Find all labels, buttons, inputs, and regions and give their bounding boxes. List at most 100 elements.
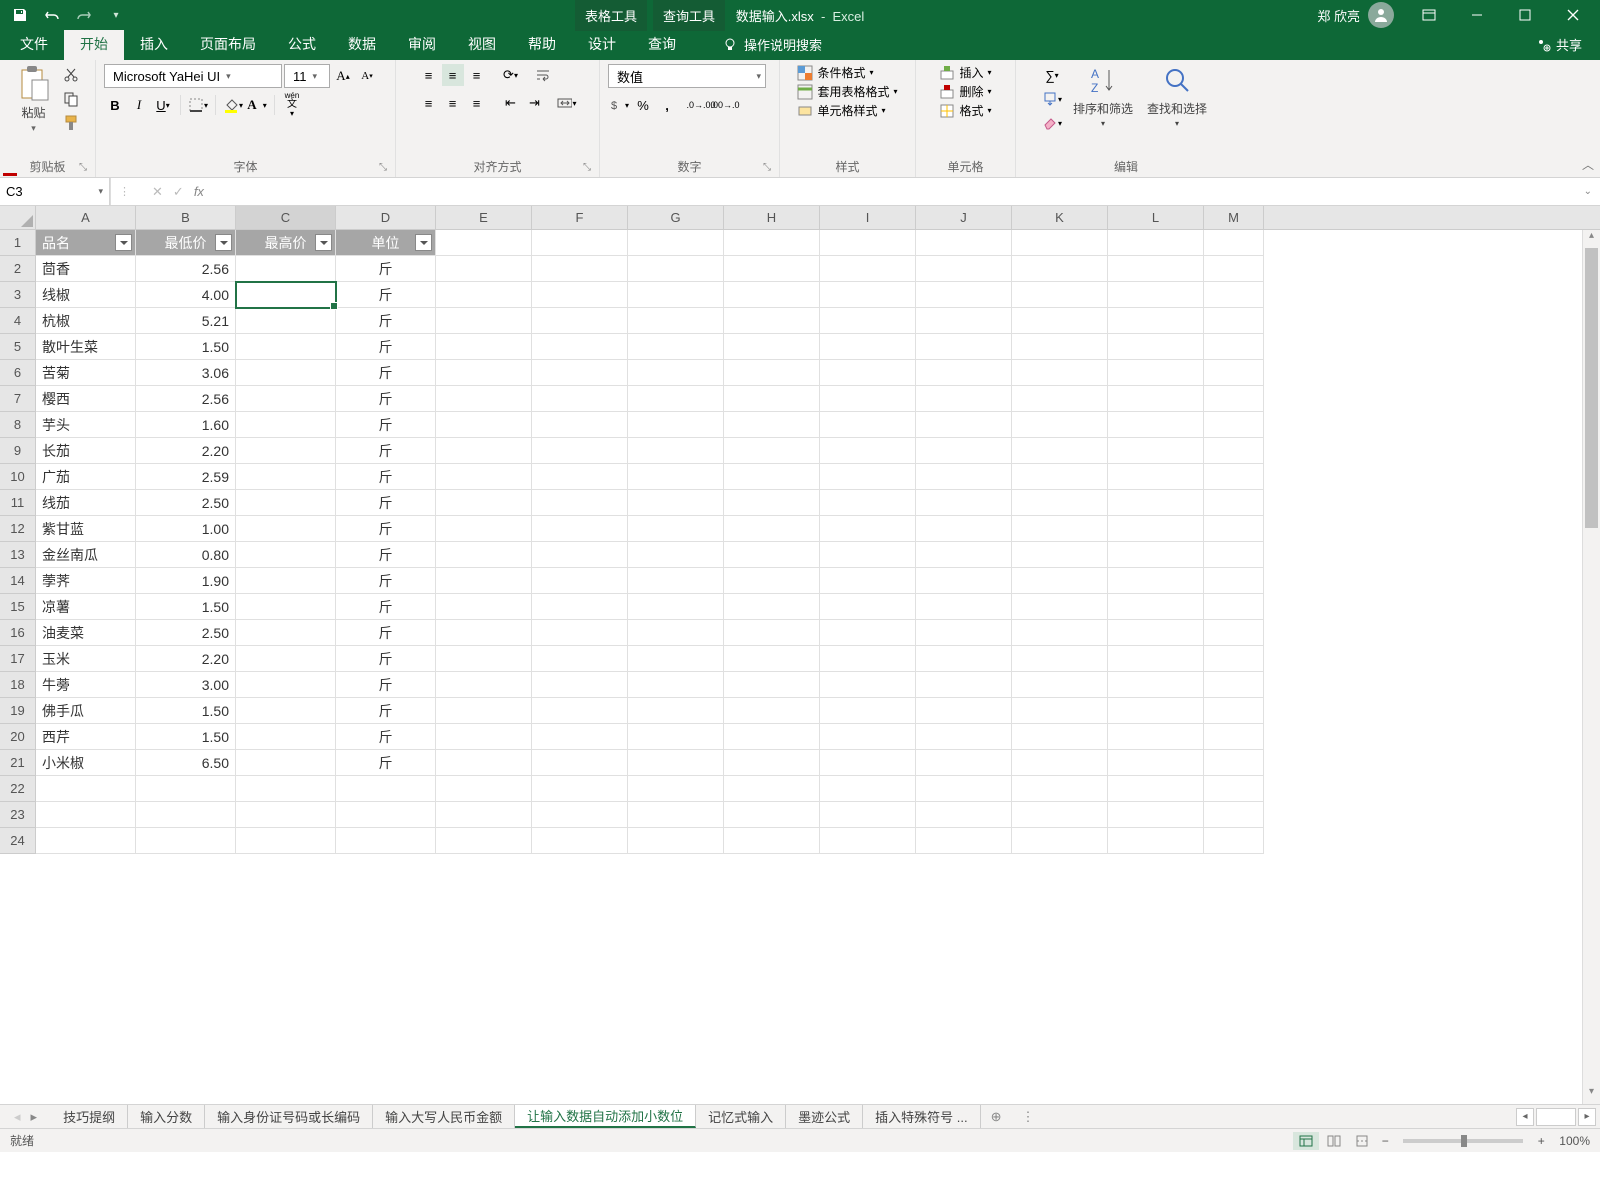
cell[interactable] [136, 776, 236, 802]
dialog-launcher-icon[interactable]: ⤡ [379, 162, 387, 173]
cell[interactable] [628, 750, 724, 776]
cell[interactable] [436, 360, 532, 386]
row-header[interactable]: 22 [0, 776, 36, 802]
align-bottom-button[interactable]: ≡ [466, 64, 488, 86]
row-header[interactable]: 6 [0, 360, 36, 386]
cell[interactable] [1012, 282, 1108, 308]
column-header[interactable]: G [628, 206, 724, 229]
cell[interactable] [1012, 256, 1108, 282]
cell[interactable] [724, 672, 820, 698]
cell[interactable] [820, 724, 916, 750]
cell[interactable] [1204, 256, 1264, 282]
cell[interactable]: 1.60 [136, 412, 236, 438]
cell[interactable] [1204, 490, 1264, 516]
row-header[interactable]: 5 [0, 334, 36, 360]
cell[interactable]: 斤 [336, 672, 436, 698]
cell[interactable] [628, 568, 724, 594]
tab-help[interactable]: 帮助 [512, 28, 572, 60]
cell[interactable] [236, 360, 336, 386]
cell[interactable] [136, 802, 236, 828]
row-header[interactable]: 4 [0, 308, 36, 334]
cell[interactable] [1108, 412, 1204, 438]
cell[interactable] [1204, 230, 1264, 256]
cell[interactable] [532, 724, 628, 750]
cell[interactable] [1108, 256, 1204, 282]
cell[interactable] [1204, 776, 1264, 802]
cell[interactable] [532, 828, 628, 854]
sheet-tab[interactable]: 记忆式输入 [696, 1105, 786, 1128]
cell[interactable] [1108, 620, 1204, 646]
cell[interactable] [1012, 568, 1108, 594]
cell[interactable] [1108, 464, 1204, 490]
cell[interactable] [820, 438, 916, 464]
cell[interactable]: 斤 [336, 620, 436, 646]
cell[interactable] [532, 568, 628, 594]
cell[interactable]: 樱西 [36, 386, 136, 412]
cell[interactable] [1108, 386, 1204, 412]
ribbon-display-icon[interactable] [1406, 0, 1452, 30]
tell-me[interactable]: 操作说明搜索 [712, 29, 832, 60]
cell[interactable] [820, 750, 916, 776]
cell[interactable]: 广茄 [36, 464, 136, 490]
cell[interactable] [1012, 230, 1108, 256]
filter-icon[interactable] [315, 234, 332, 251]
cell[interactable] [1204, 828, 1264, 854]
cell[interactable] [1204, 516, 1264, 542]
cell[interactable] [236, 828, 336, 854]
cell[interactable] [436, 646, 532, 672]
cell[interactable]: 斤 [336, 698, 436, 724]
cell[interactable] [724, 516, 820, 542]
cell[interactable]: 斤 [336, 542, 436, 568]
cell[interactable] [532, 412, 628, 438]
cell[interactable] [820, 776, 916, 802]
cell[interactable]: 斤 [336, 438, 436, 464]
cell[interactable] [1012, 308, 1108, 334]
cell[interactable] [236, 802, 336, 828]
cell[interactable] [236, 334, 336, 360]
cell[interactable] [1012, 386, 1108, 412]
cell[interactable] [236, 646, 336, 672]
cell[interactable] [236, 516, 336, 542]
cell[interactable] [916, 776, 1012, 802]
column-header[interactable]: D [336, 206, 436, 229]
cell[interactable] [628, 542, 724, 568]
cell[interactable] [532, 386, 628, 412]
row-header[interactable]: 17 [0, 646, 36, 672]
namebox-expand-icon[interactable]: ⋮ [111, 185, 138, 198]
cell[interactable]: 1.00 [136, 516, 236, 542]
cell[interactable] [1204, 750, 1264, 776]
cell[interactable] [436, 464, 532, 490]
cell[interactable] [236, 724, 336, 750]
cell[interactable] [1204, 282, 1264, 308]
cell[interactable] [436, 776, 532, 802]
merge-button[interactable]: ▾ [556, 92, 578, 114]
cell[interactable] [820, 542, 916, 568]
cell[interactable] [436, 334, 532, 360]
cell[interactable] [628, 724, 724, 750]
cell[interactable] [628, 646, 724, 672]
tab-page-layout[interactable]: 页面布局 [184, 28, 272, 60]
name-box[interactable]: C3▾ [0, 178, 110, 205]
format-painter-button[interactable] [60, 112, 82, 134]
cell[interactable] [1108, 308, 1204, 334]
row-header[interactable]: 21 [0, 750, 36, 776]
maximize-icon[interactable] [1502, 0, 1548, 30]
cell[interactable] [36, 828, 136, 854]
cell[interactable] [820, 334, 916, 360]
cell[interactable] [820, 516, 916, 542]
align-middle-button[interactable]: ≡ [442, 64, 464, 86]
cell[interactable] [436, 698, 532, 724]
cell[interactable] [436, 594, 532, 620]
cell[interactable] [820, 802, 916, 828]
cell[interactable] [436, 386, 532, 412]
collapse-ribbon-icon[interactable]: ︿ [1582, 156, 1594, 173]
cell[interactable] [724, 594, 820, 620]
cell[interactable] [916, 698, 1012, 724]
cell[interactable] [628, 334, 724, 360]
cell[interactable] [532, 256, 628, 282]
paste-button[interactable]: 粘贴 ▾ [14, 64, 54, 136]
cell[interactable] [1012, 828, 1108, 854]
cell[interactable] [820, 698, 916, 724]
tab-view[interactable]: 视图 [452, 28, 512, 60]
cell[interactable] [724, 750, 820, 776]
